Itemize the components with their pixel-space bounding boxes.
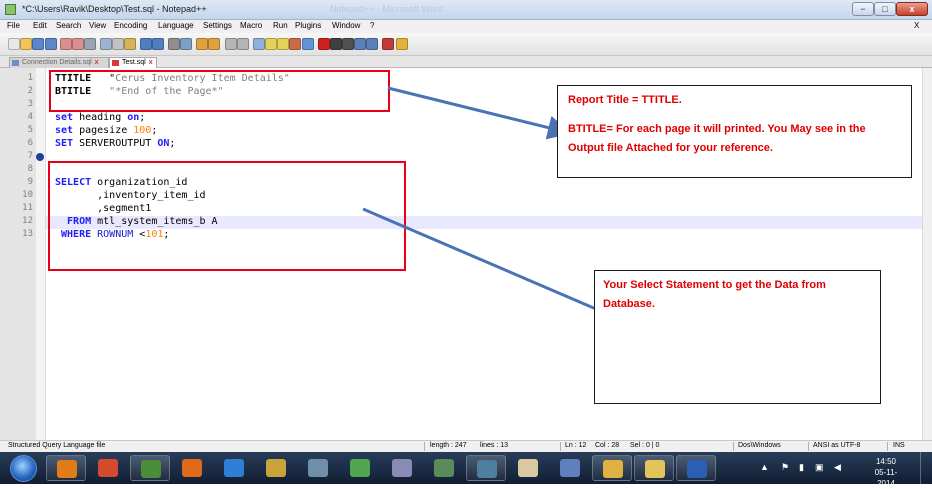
- note-select-statement: Your Select Statement to get the Data fr…: [603, 279, 826, 310]
- status-sel: Sel : 0 | 0: [630, 442, 660, 449]
- status-eol: Dos\Windows: [738, 442, 781, 449]
- status-length: length : 247: [430, 442, 467, 449]
- status-encoding: ANSI as UTF-8: [813, 442, 861, 449]
- chrome-icon: [98, 459, 118, 477]
- network-tray-icon[interactable]: ▣: [815, 462, 824, 473]
- outlook-icon: [57, 460, 77, 478]
- firefox-icon: [182, 459, 202, 477]
- taskbar-button-firefox[interactable]: [172, 455, 212, 481]
- taskbar-button-file-explorer[interactable]: [634, 455, 674, 481]
- taskbar-button-outlook[interactable]: [46, 455, 86, 481]
- taskbar-button-internet-explorer[interactable]: [214, 455, 254, 481]
- taskbar-button-server[interactable]: [466, 455, 506, 481]
- status-mode: INS: [893, 442, 905, 449]
- note-report-title: Report Title = TTITLE.: [568, 94, 682, 106]
- show-hidden-icons-icon[interactable]: ▲: [760, 462, 769, 472]
- file-explorer-icon: [645, 460, 665, 478]
- taskbar-button-chrome[interactable]: [88, 455, 128, 481]
- internet-explorer-icon: [224, 459, 244, 477]
- google-talk-icon: [350, 459, 370, 477]
- project-icon: [141, 460, 161, 478]
- taskbar-button-app[interactable]: [298, 455, 338, 481]
- taskbar-button-google-talk[interactable]: [340, 455, 380, 481]
- network-icon: [560, 459, 580, 477]
- clock-time: 14:50: [875, 457, 897, 466]
- taskbar-button-database[interactable]: [424, 455, 464, 481]
- status-separator: [887, 442, 888, 451]
- clock-date: 05-11-2014: [874, 468, 898, 488]
- search-app-icon: [392, 459, 412, 477]
- flag-icon[interactable]: ⚑: [781, 462, 789, 473]
- server-icon: [477, 460, 497, 478]
- power-icon[interactable]: ▮: [799, 462, 804, 473]
- show-desktop-button[interactable]: [920, 452, 932, 484]
- taskbar-button-sql-developer[interactable]: [256, 455, 296, 481]
- status-bar: Structured Query Language file length : …: [0, 440, 932, 452]
- start-button[interactable]: [10, 455, 37, 482]
- word-icon: [687, 460, 707, 478]
- status-ln: Ln : 12: [565, 442, 587, 449]
- taskbar: ▲ ⚑ ▮ ▣ ◀ 14:50 05-11-2014: [0, 452, 932, 488]
- status-language: Structured Query Language file: [8, 442, 106, 449]
- java-icon: [603, 460, 623, 478]
- status-separator: [560, 442, 561, 451]
- arrow-to-title-note: [387, 86, 572, 140]
- taskbar-button-java[interactable]: [592, 455, 632, 481]
- database-icon: [434, 459, 454, 477]
- taskbar-button-word[interactable]: [676, 455, 716, 481]
- annotation-arrows: [362, 86, 623, 322]
- volume-icon[interactable]: ◀: [834, 462, 841, 473]
- sql-developer-icon: [266, 459, 286, 477]
- status-lines: lines : 13: [480, 442, 509, 449]
- status-separator: [733, 442, 734, 451]
- status-col: Col : 28: [595, 442, 620, 449]
- arrow-to-select-note: [362, 207, 623, 322]
- note-btitle: BTITLE= For each page it will printed. Y…: [568, 123, 866, 154]
- taskbar-button-network[interactable]: [550, 455, 590, 481]
- taskbar-button-project[interactable]: [130, 455, 170, 481]
- taskbar-button-search-app[interactable]: [382, 455, 422, 481]
- status-separator: [808, 442, 809, 451]
- select-note: Your Select Statement to get the Data fr…: [594, 270, 881, 404]
- system-clock[interactable]: 14:50 05-11-2014: [866, 456, 906, 489]
- title-note: Report Title = TTITLE. BTITLE= For each …: [557, 85, 912, 178]
- app-icon: [308, 459, 328, 477]
- taskbar-button-teapot[interactable]: [508, 455, 548, 481]
- status-separator: [424, 442, 425, 451]
- teapot-icon: [518, 459, 538, 477]
